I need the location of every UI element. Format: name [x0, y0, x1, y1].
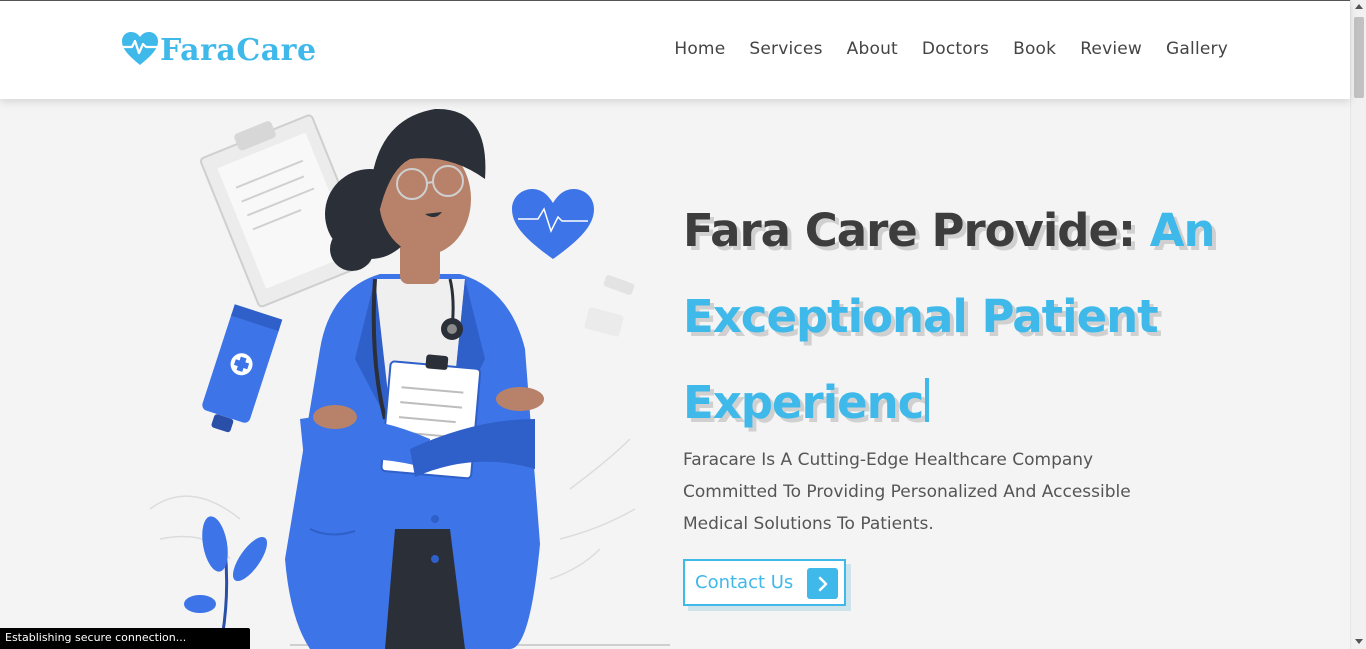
scroll-down-icon[interactable]	[1355, 639, 1363, 644]
nav-doctors[interactable]: Doctors	[922, 39, 989, 59]
hero-description: Faracare Is A Cutting-Edge Healthcare Co…	[683, 450, 1131, 534]
hero-title: Fara Care Provide: An Exceptional Patien…	[683, 188, 1303, 446]
nav-review[interactable]: Review	[1080, 39, 1142, 59]
main-nav: Home Services About Doctors Book Review …	[650, 39, 1228, 59]
scroll-up-icon[interactable]	[1355, 4, 1363, 9]
contact-us-label: Contact Us	[695, 572, 794, 593]
nav-services[interactable]: Services	[749, 39, 822, 59]
scroll-thumb[interactable]	[1354, 17, 1364, 98]
nav-gallery[interactable]: Gallery	[1166, 39, 1228, 59]
browser-status-bar: Establishing secure connection...	[0, 628, 250, 649]
page-scrollbar[interactable]	[1350, 0, 1366, 649]
hero-title-prefix: Fara Care Provide:	[683, 204, 1150, 257]
site-header: FaraCare Home Services About Doctors Boo…	[0, 0, 1350, 99]
nav-home[interactable]: Home	[674, 39, 725, 59]
contact-us-button[interactable]: Contact Us	[683, 559, 846, 606]
chevron-right-icon	[807, 568, 838, 599]
nav-about[interactable]: About	[847, 39, 898, 59]
heart-pulse-icon	[120, 31, 160, 72]
brand-name: FaraCare	[160, 33, 317, 68]
doctor-illustration	[130, 99, 670, 649]
brand-logo[interactable]: FaraCare	[120, 31, 317, 71]
typing-caret	[925, 378, 930, 422]
nav-book[interactable]: Book	[1013, 39, 1056, 59]
